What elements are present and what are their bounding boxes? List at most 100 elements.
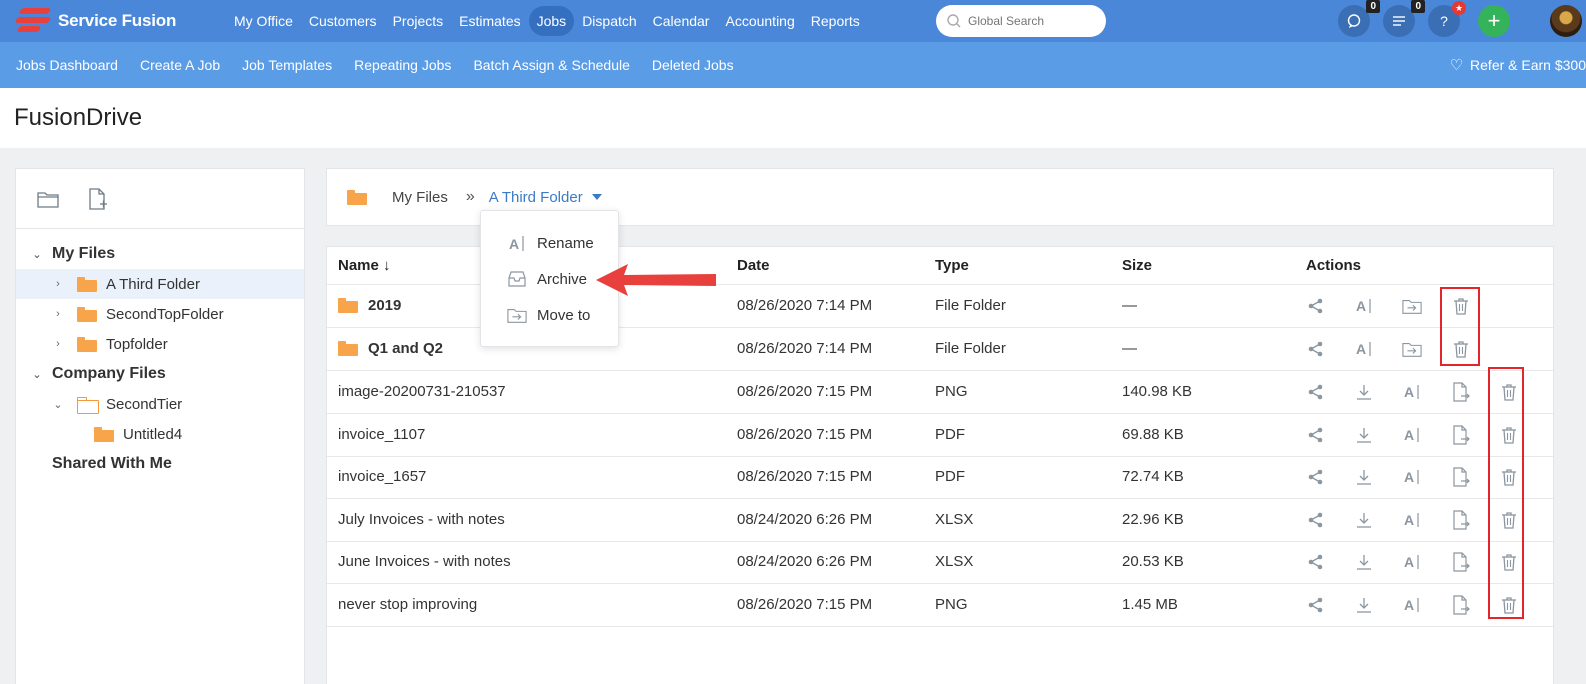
chevron-right-icon[interactable]: › (51, 308, 65, 320)
help-button[interactable]: ? ★ (1428, 1, 1466, 37)
sort-down-arrow-icon: ↓ (383, 257, 391, 274)
rename-icon[interactable]: A (1402, 382, 1422, 402)
tree-item-secondtier[interactable]: ⌄ SecondTier (16, 389, 304, 419)
table-row-file[interactable]: invoice_1657 08/26/2020 7:15 PM PDF 72.74 K… (327, 456, 1553, 499)
share-icon[interactable] (1306, 339, 1326, 359)
tree-my-files[interactable]: ⌄ My Files (16, 239, 304, 269)
file-name-cell[interactable]: never stop improving (338, 596, 477, 613)
share-icon[interactable] (1306, 467, 1326, 487)
download-icon[interactable] (1354, 425, 1374, 445)
subnav-batch-assign[interactable]: Batch Assign & Schedule (462, 57, 640, 73)
share-icon[interactable] (1306, 425, 1326, 445)
share-icon[interactable] (1306, 510, 1326, 530)
chevron-down-icon[interactable]: ⌄ (51, 398, 65, 411)
move-file-icon[interactable] (1451, 509, 1471, 530)
date-cell: 08/26/2020 7:15 PM (737, 383, 873, 400)
nav-calendar[interactable]: Calendar (645, 6, 718, 36)
download-icon[interactable] (1354, 510, 1374, 530)
folder-name-cell[interactable]: 2019 (338, 297, 401, 314)
tree-item-secondtopfolder[interactable]: › SecondTopFolder (16, 299, 304, 329)
page-title: FusionDrive (14, 104, 143, 131)
table-row-file[interactable]: June Invoices - with notes 08/24/2020 6:2… (327, 541, 1553, 584)
type-cell: PNG (935, 383, 968, 400)
file-name-cell[interactable]: July Invoices - with notes (338, 511, 505, 528)
tree-shared-with-me[interactable]: Shared With Me (16, 449, 304, 479)
table-row-file[interactable]: invoice_1107 08/26/2020 7:15 PM PDF 69.88 K… (327, 414, 1553, 457)
subnav-repeating-jobs[interactable]: Repeating Jobs (343, 57, 462, 73)
subnav-job-templates[interactable]: Job Templates (231, 57, 343, 73)
subnav-create-a-job[interactable]: Create A Job (129, 57, 231, 73)
file-name-cell[interactable]: June Invoices - with notes (338, 553, 511, 570)
global-search[interactable] (936, 5, 1106, 37)
share-icon[interactable] (1306, 296, 1326, 316)
name-column-header[interactable]: Name ↓ (338, 257, 391, 274)
move-file-icon[interactable] (1451, 467, 1471, 487)
nav-my-office[interactable]: My Office (226, 6, 301, 36)
folder-name-cell[interactable]: Q1 and Q2 (338, 340, 443, 357)
rename-icon[interactable]: A (1402, 595, 1422, 615)
caret-down-icon[interactable] (591, 194, 602, 200)
date-column-header[interactable]: Date (737, 257, 770, 274)
move-file-icon[interactable] (1451, 594, 1471, 615)
global-search-input[interactable] (968, 14, 1088, 28)
brand-logo[interactable]: Service Fusion (14, 6, 176, 36)
chevron-down-icon[interactable]: ⌄ (30, 368, 44, 381)
nav-projects[interactable]: Projects (385, 6, 452, 36)
new-file-button[interactable] (84, 185, 112, 213)
size-column-header[interactable]: Size (1122, 257, 1152, 274)
nav-customers[interactable]: Customers (301, 6, 385, 36)
nav-reports[interactable]: Reports (803, 6, 868, 36)
share-icon[interactable] (1306, 595, 1326, 615)
table-row-file[interactable]: never stop improving 08/26/2020 7:15 PM PN… (327, 584, 1553, 627)
download-icon[interactable] (1354, 595, 1374, 615)
file-name-cell[interactable]: invoice_1107 (338, 426, 425, 443)
move-to-folder-icon[interactable] (1402, 296, 1422, 316)
new-folder-button[interactable] (34, 185, 62, 213)
menu-rename[interactable]: A Rename (481, 225, 618, 261)
tasks-button[interactable]: 0 (1383, 0, 1425, 37)
download-icon[interactable] (1354, 382, 1374, 402)
tree-item-untitled4[interactable]: Untitled4 (16, 419, 304, 449)
nav-estimates[interactable]: Estimates (451, 6, 528, 36)
download-icon[interactable] (1354, 552, 1374, 572)
table-row-file[interactable]: July Invoices - with notes 08/24/2020 6:2… (327, 499, 1553, 542)
size-cell: 20.53 KB (1122, 553, 1184, 570)
tree-company-files[interactable]: ⌄ Company Files (16, 359, 304, 389)
nav-accounting[interactable]: Accounting (717, 6, 802, 36)
rename-icon[interactable]: A (1402, 510, 1422, 530)
chevron-down-icon[interactable]: ⌄ (30, 248, 44, 261)
rename-icon[interactable]: A (1402, 467, 1422, 487)
move-file-icon[interactable] (1451, 382, 1471, 402)
rename-icon[interactable]: A (1354, 296, 1374, 316)
move-file-icon[interactable] (1451, 552, 1471, 572)
menu-move-to[interactable]: Move to (481, 297, 618, 333)
share-icon[interactable] (1306, 552, 1326, 572)
rename-icon[interactable]: A (1402, 425, 1422, 445)
date-cell: 08/24/2020 6:26 PM (737, 510, 873, 528)
chevron-right-icon[interactable]: › (51, 338, 65, 350)
breadcrumb-my-files[interactable]: My Files (392, 189, 448, 206)
breadcrumb-separator: » (465, 188, 475, 205)
table-row-file[interactable]: image-20200731-210537 08/26/2020 7:15 PM P… (327, 371, 1553, 414)
chevron-right-icon[interactable]: › (51, 278, 65, 290)
add-button[interactable]: + (1478, 5, 1510, 37)
user-avatar[interactable] (1550, 5, 1582, 37)
rename-icon[interactable]: A (1354, 339, 1374, 359)
file-name-cell[interactable]: invoice_1657 (338, 468, 426, 485)
type-column-header[interactable]: Type (935, 257, 969, 274)
share-icon[interactable] (1306, 382, 1326, 402)
tree-item-topfolder[interactable]: › Topfolder (16, 329, 304, 359)
subnav-deleted-jobs[interactable]: Deleted Jobs (641, 57, 745, 73)
move-file-icon[interactable] (1451, 424, 1471, 445)
refer-and-earn-link[interactable]: ♡ Refer & Earn $300 (1450, 42, 1586, 88)
nav-dispatch[interactable]: Dispatch (574, 6, 644, 36)
breadcrumb-current-folder[interactable]: A Third Folder (489, 189, 583, 206)
chat-button[interactable]: 0 (1338, 0, 1380, 37)
tree-item-a-third-folder[interactable]: › A Third Folder (16, 269, 304, 299)
file-name-cell[interactable]: image-20200731-210537 (338, 383, 506, 400)
move-to-folder-icon[interactable] (1402, 339, 1422, 359)
subnav-jobs-dashboard[interactable]: Jobs Dashboard (5, 57, 129, 73)
rename-icon[interactable]: A (1402, 552, 1422, 572)
download-icon[interactable] (1354, 467, 1374, 487)
nav-jobs[interactable]: Jobs (528, 6, 575, 36)
